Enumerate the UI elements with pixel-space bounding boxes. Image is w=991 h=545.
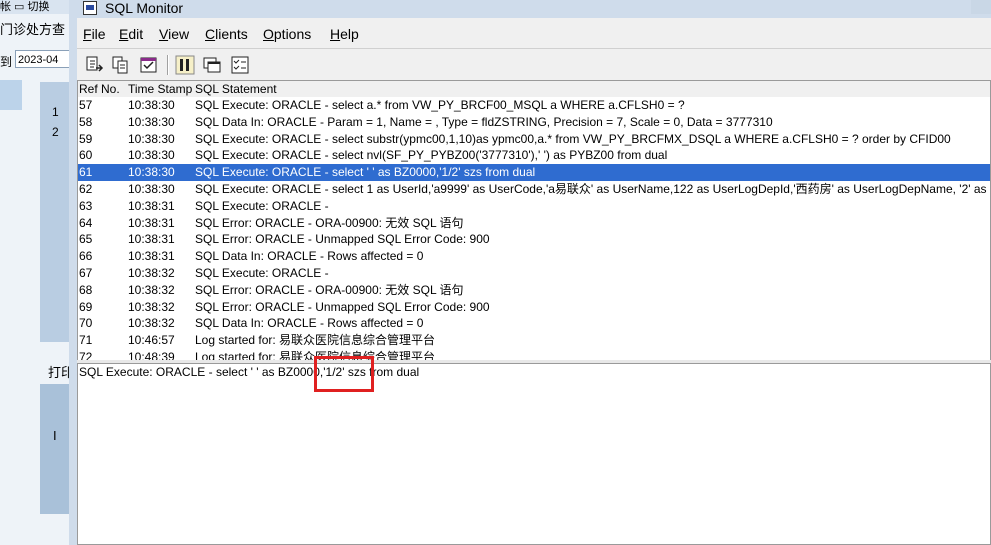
log-time: 10:38:30 bbox=[128, 165, 175, 180]
log-row[interactable]: 69 10:38:32 SQL Error: ORACLE - Unmapped S… bbox=[78, 299, 990, 316]
log-row[interactable]: 63 10:38:31 SQL Execute: ORACLE - bbox=[78, 198, 990, 215]
log-row[interactable]: 62 10:38:30 SQL Execute: ORACLE - select 1… bbox=[78, 181, 990, 198]
log-ref: 70 bbox=[79, 316, 93, 331]
window-left-border[interactable] bbox=[69, 0, 77, 545]
log-row[interactable]: 70 10:38:32 SQL Data In: ORACLE - Rows aff… bbox=[78, 315, 990, 332]
log-time: 10:38:31 bbox=[128, 249, 175, 264]
log-ref: 65 bbox=[79, 232, 93, 247]
log-ref: 69 bbox=[79, 299, 93, 314]
window-icon[interactable] bbox=[202, 55, 222, 75]
log-ref: 59 bbox=[79, 131, 93, 146]
log-ref: 57 bbox=[79, 98, 93, 112]
log-row[interactable]: 65 10:38:31 SQL Error: ORACLE - Unmapped S… bbox=[78, 231, 990, 248]
background-app: 帐 ▭ 切换 门诊处方查 到 2023-04 1 2 打印 I bbox=[0, 0, 80, 545]
text-cursor: I bbox=[53, 428, 57, 443]
date-field[interactable]: 2023-04 bbox=[15, 50, 77, 68]
column-header-ref[interactable]: Ref No. bbox=[79, 81, 120, 97]
title-bar[interactable]: SQL Monitor bbox=[77, 0, 991, 18]
menu-edit[interactable]: Edit bbox=[119, 25, 143, 43]
log-statement: SQL Data In: ORACLE - Rows affected = 0 bbox=[195, 249, 424, 264]
column-header-time[interactable]: Time Stamp bbox=[128, 81, 192, 97]
log-row[interactable]: 67 10:38:32 SQL Execute: ORACLE - bbox=[78, 265, 990, 282]
sql-monitor-window: SQL Monitor File Edit View Clients Optio… bbox=[69, 0, 991, 545]
log-row[interactable]: 64 10:38:31 SQL Error: ORACLE - ORA-00900:… bbox=[78, 215, 990, 232]
log-statement: SQL Execute: ORACLE - select a.* from VW… bbox=[195, 98, 685, 112]
log-ref: 58 bbox=[79, 114, 93, 129]
export-icon[interactable] bbox=[85, 55, 105, 75]
log-time: 10:38:32 bbox=[128, 299, 175, 314]
grid-row-number: 1 bbox=[52, 105, 59, 119]
log-time: 10:38:32 bbox=[128, 316, 175, 331]
log-statement: SQL Execute: ORACLE - select ' ' as BZ00… bbox=[195, 165, 536, 180]
grid-row-number: 2 bbox=[52, 125, 59, 139]
sql-detail-pane[interactable]: SQL Execute: ORACLE - select ' ' as BZ00… bbox=[77, 356, 991, 545]
log-ref: 64 bbox=[79, 215, 93, 230]
log-statement: SQL Execute: ORACLE - bbox=[195, 198, 329, 213]
menu-view[interactable]: View bbox=[159, 25, 189, 43]
log-statement: SQL Data In: ORACLE - Param = 1, Name = … bbox=[195, 114, 773, 129]
copy-icon[interactable] bbox=[111, 55, 131, 75]
column-header-statement[interactable]: SQL Statement bbox=[195, 81, 277, 97]
sql-log-list[interactable]: Ref No. Time Stamp SQL Statement 57 10:38… bbox=[77, 80, 991, 362]
close-button[interactable] bbox=[971, 0, 991, 14]
log-time: 10:38:30 bbox=[128, 131, 175, 146]
toolbar-separator bbox=[167, 55, 169, 75]
app-icon[interactable] bbox=[83, 1, 97, 15]
log-ref: 63 bbox=[79, 198, 93, 213]
highlight-annotation bbox=[314, 356, 374, 392]
menu-help[interactable]: Help bbox=[330, 25, 359, 43]
log-statement: SQL Execute: ORACLE - select nvl(SF_PY_P… bbox=[195, 148, 668, 163]
log-row[interactable]: 60 10:38:30 SQL Execute: ORACLE - select n… bbox=[78, 147, 990, 164]
log-ref: 60 bbox=[79, 148, 93, 163]
log-ref: 67 bbox=[79, 266, 93, 280]
log-row[interactable]: 66 10:38:31 SQL Data In: ORACLE - Rows aff… bbox=[78, 248, 990, 265]
toolbar bbox=[77, 48, 991, 81]
background-app-topbar: 帐 ▭ 切换 bbox=[0, 0, 80, 14]
log-statement: SQL Error: ORACLE - Unmapped SQL Error C… bbox=[195, 299, 490, 314]
log-row[interactable]: 57 10:38:30 SQL Execute: ORACLE - select a… bbox=[78, 97, 990, 114]
background-app-title: 门诊处方查 bbox=[0, 22, 66, 37]
log-time: 10:46:57 bbox=[128, 333, 175, 348]
log-time: 10:38:30 bbox=[128, 98, 175, 112]
log-ref: 61 bbox=[79, 165, 93, 180]
background-panel bbox=[0, 80, 22, 110]
log-statement: SQL Execute: ORACLE - select 1 as UserId… bbox=[195, 182, 991, 196]
log-row[interactable]: 68 10:38:32 SQL Error: ORACLE - ORA-00900:… bbox=[78, 282, 990, 299]
log-statement: Log started for: 易联众医院信息综合管理平台 bbox=[195, 333, 436, 348]
log-statement: SQL Execute: ORACLE - bbox=[195, 266, 329, 280]
log-ref: 68 bbox=[79, 282, 93, 297]
log-time: 10:38:31 bbox=[128, 198, 175, 213]
options-icon[interactable] bbox=[139, 55, 159, 75]
log-statement: SQL Error: ORACLE - ORA-00900: 无效 SQL 语句 bbox=[195, 282, 464, 297]
log-ref: 66 bbox=[79, 249, 93, 264]
menu-clients[interactable]: Clients bbox=[205, 25, 248, 43]
log-row[interactable]: 61 10:38:30 SQL Execute: ORACLE - select '… bbox=[78, 164, 990, 182]
log-ref: 62 bbox=[79, 182, 93, 196]
log-statement: SQL Execute: ORACLE - select substr(ypmc… bbox=[195, 131, 951, 146]
log-ref: 71 bbox=[79, 333, 93, 348]
log-time: 10:38:31 bbox=[128, 215, 175, 230]
menu-file[interactable]: File bbox=[83, 25, 106, 43]
log-time: 10:38:31 bbox=[128, 232, 175, 247]
menu-bar: File Edit View Clients Options Help bbox=[77, 22, 991, 46]
log-time: 10:38:30 bbox=[128, 114, 175, 129]
log-time: 10:38:32 bbox=[128, 282, 175, 297]
window-title: SQL Monitor bbox=[105, 0, 184, 16]
pause-icon[interactable] bbox=[175, 55, 195, 75]
log-row[interactable]: 71 10:46:57 Log started for: 易联众医院信息综合管理平台 bbox=[78, 332, 990, 349]
log-statement: SQL Error: ORACLE - Unmapped SQL Error C… bbox=[195, 232, 490, 247]
log-row[interactable]: 59 10:38:30 SQL Execute: ORACLE - select s… bbox=[78, 131, 990, 148]
log-time: 10:38:30 bbox=[128, 182, 175, 196]
background-grid bbox=[40, 82, 70, 342]
menu-options[interactable]: Options bbox=[263, 25, 311, 43]
log-statement: SQL Error: ORACLE - ORA-00900: 无效 SQL 语句 bbox=[195, 215, 464, 230]
log-row[interactable]: 58 10:38:30 SQL Data In: ORACLE - Param = … bbox=[78, 114, 990, 131]
background-grid-lower bbox=[40, 384, 70, 514]
checklist-icon[interactable] bbox=[230, 55, 250, 75]
log-time: 10:38:32 bbox=[128, 266, 175, 280]
log-time: 10:38:30 bbox=[128, 148, 175, 163]
log-header: Ref No. Time Stamp SQL Statement bbox=[78, 81, 990, 97]
date-range-label: 到 bbox=[0, 55, 13, 69]
log-statement: SQL Data In: ORACLE - Rows affected = 0 bbox=[195, 316, 424, 331]
